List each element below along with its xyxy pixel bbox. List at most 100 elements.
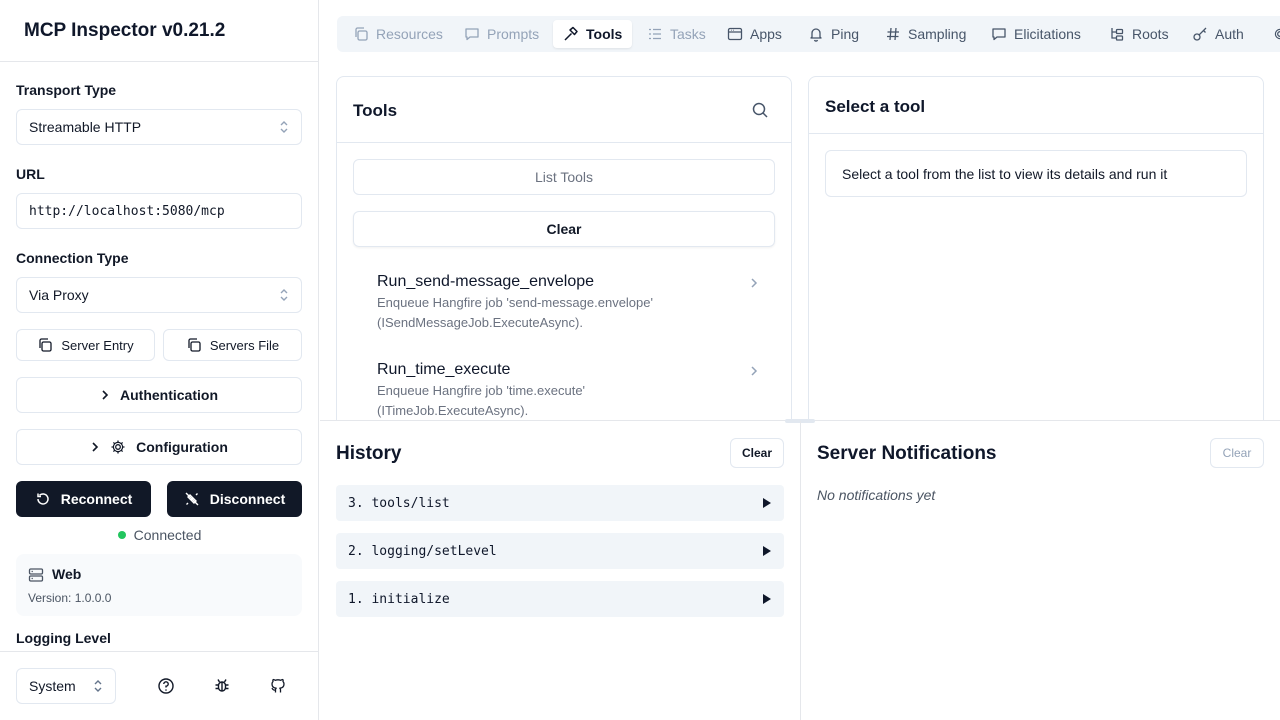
panel-divider [809, 133, 1263, 134]
url-value: http://localhost:5080/mcp [29, 203, 225, 219]
tab-label: Resources [376, 26, 443, 42]
gear-icon [1274, 28, 1280, 40]
bottom-split-divider [800, 421, 801, 720]
bug-icon [215, 679, 229, 692]
search-icon[interactable] [751, 101, 769, 119]
clear-tools-button[interactable]: Clear [353, 211, 775, 247]
tool-description: Enqueue Hangfire job 'send-message.envel… [377, 293, 757, 333]
tab-roots[interactable]: Roots [1099, 20, 1179, 48]
clear-notifications-button[interactable]: Clear [1210, 438, 1264, 468]
help-button[interactable] [156, 676, 176, 696]
transport-type-select[interactable]: Streamable HTTP [16, 109, 302, 145]
tab-ping[interactable]: Ping [798, 20, 869, 48]
tool-details-placeholder: Select a tool from the list to view its … [825, 150, 1247, 197]
server-entry-button[interactable]: Server Entry [16, 329, 155, 361]
help-circle-icon [158, 678, 174, 694]
tab-label: Prompts [487, 26, 540, 42]
play-triangle-icon [763, 594, 771, 604]
reconnect-label: Reconnect [60, 491, 133, 507]
list-tools-button[interactable]: List Tools [353, 159, 775, 195]
tool-name: Run_send-message_envelope [377, 273, 595, 290]
tab-elicitations[interactable]: Elicitations [981, 20, 1091, 48]
status-dot-icon [117, 531, 126, 539]
authentication-toggle[interactable]: Authentication [16, 377, 302, 413]
hash-icon [887, 27, 899, 41]
tool-details-title: Select a tool [825, 97, 926, 116]
disconnect-button[interactable]: Disconnect [167, 481, 302, 517]
sidebar-divider [0, 61, 319, 62]
chevron-right-icon [751, 366, 758, 376]
url-input[interactable]: http://localhost:5080/mcp [16, 193, 302, 229]
github-button[interactable] [268, 676, 288, 696]
chevrons-up-down-icon [280, 289, 288, 301]
history-title: History [336, 443, 402, 464]
tool-description-line: Enqueue Hangfire job 'time.execute' [377, 383, 586, 398]
list-tools-label: List Tools [534, 169, 594, 185]
server-version: Version: 1.0.0.0 [28, 591, 112, 605]
tab-label: Tasks [670, 26, 706, 42]
tab-prompts[interactable]: Prompts [454, 20, 549, 48]
logging-level-label: Logging Level [16, 630, 111, 646]
transport-type-label: Transport Type [16, 82, 117, 98]
configuration-label: Configuration [136, 439, 228, 455]
tab-apps[interactable]: Apps [717, 20, 792, 48]
tool-list-item[interactable]: Run_time_execute Enqueue Hangfire job 't… [377, 361, 758, 421]
connection-type-value: Via Proxy [29, 287, 89, 303]
tab-tasks[interactable]: Tasks [637, 20, 716, 48]
tab-sampling[interactable]: Sampling [875, 20, 976, 48]
main-tabs: Resources Prompts Tools Tasks Apps Ping … [337, 16, 1280, 52]
chevrons-up-down-icon [94, 680, 102, 692]
bell-icon [810, 28, 822, 42]
tab-label: Ping [831, 26, 860, 42]
reconnect-button[interactable]: Reconnect [16, 481, 151, 517]
play-triangle-icon [763, 546, 771, 556]
tool-description-line: (ITimeJob.ExecuteAsync). [377, 403, 529, 418]
unplug-icon [185, 492, 199, 506]
list-icon [649, 28, 661, 40]
tool-details-message: Select a tool from the list to view its … [842, 165, 1168, 182]
app-window-icon [727, 27, 743, 41]
sidebar: MCP Inspector v0.21.2 Transport Type Str… [0, 0, 319, 720]
history-item[interactable]: 1. initialize [336, 581, 784, 617]
authentication-label: Authentication [120, 387, 218, 403]
tool-description: Enqueue Hangfire job 'time.execute' (ITi… [377, 381, 757, 421]
tool-name: Run_time_execute [377, 361, 511, 378]
tab-settings-overflow[interactable] [1262, 20, 1280, 48]
copy-icon [39, 338, 53, 352]
clear-tools-label: Clear [546, 221, 582, 237]
chevrons-up-down-icon [280, 121, 288, 133]
play-triangle-icon [763, 498, 771, 508]
server-name: Web [52, 566, 82, 582]
transport-type-value: Streamable HTTP [29, 119, 142, 135]
tab-auth[interactable]: Auth [1182, 20, 1254, 48]
tab-label: Roots [1132, 26, 1169, 42]
tab-tools[interactable]: Tools [553, 20, 633, 48]
connection-status: Connected [0, 527, 319, 543]
clear-history-label: Clear [741, 446, 773, 460]
history-item[interactable]: 3. tools/list [336, 485, 784, 521]
connection-status-text: Connected [133, 527, 202, 543]
notifications-empty-text: No notifications yet [817, 487, 936, 503]
clear-history-button[interactable]: Clear [730, 438, 784, 468]
server-info-card: Web Version: 1.0.0.0 [16, 554, 302, 616]
tab-resources[interactable]: Resources [343, 20, 453, 48]
server-icon [28, 568, 44, 582]
debug-button[interactable] [212, 676, 232, 696]
servers-file-button[interactable]: Servers File [163, 329, 302, 361]
message-icon [992, 28, 1006, 41]
theme-select[interactable]: System [16, 668, 116, 704]
tab-label: Sampling [908, 26, 967, 42]
panel-divider [337, 142, 791, 143]
connection-type-select[interactable]: Via Proxy [16, 277, 302, 313]
configuration-toggle[interactable]: Configuration [16, 429, 302, 465]
disconnect-label: Disconnect [209, 491, 286, 507]
history-item[interactable]: 2. logging/setLevel [336, 533, 784, 569]
copy-icon [355, 27, 368, 41]
tab-label: Elicitations [1014, 26, 1081, 42]
tool-details-panel: Select a tool Select a tool from the lis… [808, 76, 1264, 421]
gear-icon [111, 440, 125, 454]
tool-list-item[interactable]: Run_send-message_envelope Enqueue Hangfi… [377, 273, 758, 333]
clear-notifications-label: Clear [1222, 446, 1252, 460]
chevron-right-icon [102, 390, 109, 400]
url-label: URL [16, 166, 45, 182]
